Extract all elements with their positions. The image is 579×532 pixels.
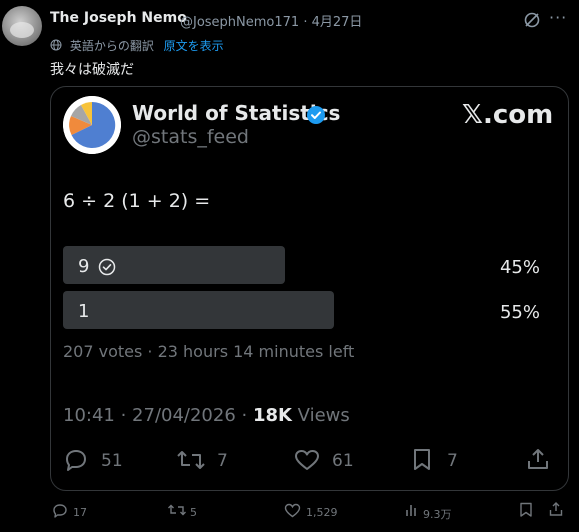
- footer-share-icon[interactable]: [549, 501, 563, 517]
- poll-question: 6 ÷ 2 (1 + 2) =: [63, 190, 211, 212]
- like-count: 61: [332, 451, 354, 471]
- globe-icon: [50, 39, 62, 51]
- poll-option-label: 1: [78, 301, 90, 322]
- poll-option-percent: 55%: [499, 302, 540, 323]
- author-name[interactable]: The Joseph Nemo: [50, 10, 187, 26]
- footer-like-icon[interactable]: [284, 503, 301, 518]
- x-com-logo: 𝕏.com: [462, 100, 554, 130]
- footer-repost-count: 5: [190, 506, 197, 519]
- footer-views-count: 9.3万: [423, 508, 452, 521]
- footer-reply-icon[interactable]: [52, 503, 68, 518]
- repost-count: 7: [217, 451, 228, 471]
- footer-reply-count: 17: [73, 506, 87, 519]
- poll-account-handle[interactable]: @stats_feed: [132, 126, 249, 148]
- bookmark-count: 7: [447, 451, 458, 471]
- views-count: 18K: [252, 405, 292, 426]
- post-timestamp[interactable]: 10:41 · 27/04/2026 · 18K Views: [63, 405, 350, 426]
- like-icon[interactable]: [294, 449, 320, 471]
- tweet-text: 我々は破滅だ: [50, 62, 134, 78]
- verified-badge-icon: [307, 106, 325, 124]
- footer-like-count: 1,529: [306, 506, 338, 519]
- poll-option-label: 9: [78, 256, 90, 277]
- grok-icon[interactable]: [522, 10, 542, 30]
- more-icon[interactable]: ···: [549, 8, 567, 27]
- selected-check-icon: [98, 258, 116, 276]
- translation-row: 英語からの翻訳 原文を表示: [50, 37, 224, 54]
- reply-count: 51: [101, 451, 123, 471]
- author-handle-date[interactable]: @JosephNemo171 · 4月27日: [180, 11, 362, 30]
- avatar[interactable]: [2, 6, 42, 46]
- quoted-poll-card[interactable]: [50, 86, 569, 491]
- reply-icon[interactable]: [63, 448, 89, 472]
- translation-note: 英語からの翻訳: [69, 39, 154, 53]
- poll-option-bar[interactable]: [63, 291, 334, 329]
- bookmark-icon[interactable]: [412, 448, 432, 472]
- views-label: Views: [291, 405, 350, 426]
- show-original-link[interactable]: 原文を表示: [164, 39, 224, 53]
- footer-views-icon[interactable]: [405, 504, 419, 517]
- footer-bookmark-icon[interactable]: [519, 502, 533, 518]
- poll-votes-status: 207 votes · 23 hours 14 minutes left: [63, 342, 355, 361]
- footer-repost-icon[interactable]: [167, 503, 187, 517]
- stats-avatar: [63, 96, 121, 154]
- share-icon[interactable]: [527, 447, 549, 471]
- repost-icon[interactable]: [176, 449, 206, 471]
- poll-option-bar[interactable]: [63, 246, 285, 284]
- timestamp-text: 10:41 · 27/04/2026 ·: [63, 405, 253, 426]
- poll-option-percent: 45%: [499, 257, 540, 278]
